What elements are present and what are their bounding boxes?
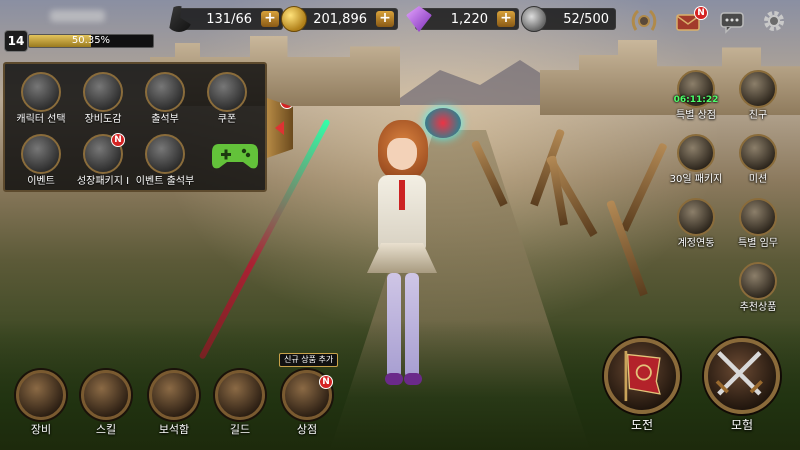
add-gems-button[interactable]: + — [497, 11, 515, 27]
menu-item-coupon[interactable]: 쿠폰 — [197, 72, 257, 127]
gem-box-label: 보석함 — [158, 423, 190, 436]
friends-button[interactable]: 친구 — [726, 70, 790, 123]
collapse-arrow-icon — [275, 121, 284, 135]
challenge-label: 도전 — [630, 418, 654, 432]
special-mission-label: 특별 임무 — [738, 238, 778, 249]
player-name-blurred — [50, 10, 105, 22]
shop-button[interactable]: N 상점 — [278, 370, 336, 438]
skill-label: 스킬 — [95, 423, 117, 436]
menu-item-event-attendance[interactable]: 이벤트 출석부 — [135, 134, 195, 189]
friends-label: 친구 — [748, 110, 768, 121]
laurel-icon — [631, 9, 657, 31]
skill-button[interactable]: 스킬 — [77, 370, 135, 438]
guild-label: 길드 — [229, 423, 251, 436]
gear-icon — [764, 11, 784, 31]
guild-shield-icon — [215, 370, 265, 420]
shop-new-badge: N — [319, 375, 333, 389]
exp-bar: 50.35% — [28, 34, 154, 48]
banner-flag-icon — [604, 338, 680, 414]
challenge-button[interactable]: 도전 — [597, 338, 687, 433]
gem-box-button[interactable]: 보석함 — [145, 370, 203, 438]
book-icon — [83, 72, 123, 112]
menu-item-label: 출석부 — [151, 114, 179, 125]
event-icon — [145, 134, 185, 174]
package-icon — [677, 134, 715, 172]
mission-label: 미션 — [748, 174, 768, 185]
gem-value: 1,220 — [450, 12, 488, 27]
gem-box-icon — [149, 370, 199, 420]
recommended-products-button[interactable]: 추천상품 — [726, 262, 790, 315]
quick-menu-panel: 캐릭터 선택 장비도감 출석부 쿠폰 이벤트 N 성장패키지 I 이벤트 출석부 — [3, 62, 267, 192]
armor-icon — [16, 370, 66, 420]
account-link-label: 계정연동 — [677, 238, 715, 249]
gold-value: 201,896 — [313, 12, 367, 27]
menu-item-attendance[interactable]: 출석부 — [135, 72, 195, 127]
best-badge-icon — [739, 262, 777, 300]
capacity-value: 52/500 — [563, 12, 609, 27]
gem-counter: 1,220 + — [406, 6, 519, 32]
special-shop-timer: 06:11:22 — [673, 95, 719, 105]
menu-item-label: 캐릭터 선택 — [16, 114, 66, 125]
shop-label: 상점 — [296, 423, 318, 436]
spellbook-icon — [81, 370, 131, 420]
gem-icon — [406, 6, 432, 32]
calendar-icon — [145, 72, 185, 112]
mail-button[interactable]: N — [672, 6, 708, 36]
stamina-counter: 131/66 + — [168, 6, 283, 32]
settings-button[interactable] — [758, 6, 790, 36]
menu-item-growth-package[interactable]: N 성장패키지 I — [73, 133, 133, 189]
guild-button[interactable]: 길드 — [211, 370, 269, 438]
quill-icon — [739, 198, 777, 236]
30day-package-button[interactable]: 30일 패키지 — [664, 134, 728, 187]
stamina-value: 131/66 — [206, 12, 252, 27]
menu-item-game-service[interactable] — [211, 138, 259, 172]
special-shop-label: 특별 상점 — [676, 110, 716, 121]
collapse-menu-tab[interactable]: N — [267, 98, 293, 158]
menu-item-character-select[interactable]: 캐릭터 선택 — [11, 72, 71, 127]
chat-button[interactable] — [716, 6, 748, 36]
package-icon: N — [83, 133, 125, 174]
30day-package-label: 30일 패키지 — [669, 174, 723, 185]
exp-percent: 50.35% — [71, 35, 111, 46]
adventure-button[interactable]: 모험 — [697, 338, 787, 433]
player-character[interactable] — [345, 105, 455, 395]
menu-item-event[interactable]: 이벤트 — [11, 134, 71, 189]
scroll-icon — [739, 134, 777, 172]
capacity-icon — [521, 6, 547, 32]
recommended-products-label: 추천상품 — [739, 302, 777, 313]
coupon-icon — [207, 72, 247, 112]
link-icon — [677, 198, 715, 236]
guild-emblem-button[interactable] — [628, 6, 660, 36]
treasure-chest-icon: N — [282, 370, 333, 420]
menu-item-label: 이벤트 출석부 — [135, 176, 195, 187]
menu-item-equipment-codex[interactable]: 장비도감 — [73, 72, 133, 127]
helmet-icon — [21, 72, 61, 112]
horn-icon — [21, 134, 61, 174]
mission-button[interactable]: 미션 — [726, 134, 790, 187]
boot-icon — [168, 6, 191, 32]
gold-coin-icon — [281, 6, 307, 32]
growth-package-new-badge: N — [111, 133, 125, 147]
add-stamina-button[interactable]: + — [261, 11, 279, 27]
gamepad-icon — [212, 144, 258, 169]
add-gold-button[interactable]: + — [376, 11, 394, 27]
shop-new-products-tag: 신규 상품 추가 — [279, 353, 339, 367]
mail-new-badge: N — [694, 6, 708, 20]
capacity-counter: 52/500 — [521, 6, 616, 32]
special-mission-button[interactable]: 특별 임무 — [726, 198, 790, 251]
friends-icon — [739, 70, 777, 108]
gold-counter: 201,896 + — [281, 6, 398, 32]
account-link-button[interactable]: 계정연동 — [664, 198, 728, 251]
special-shop-button[interactable]: 06:11:22 특별 상점 — [664, 70, 728, 123]
crossed-swords-icon — [704, 338, 780, 414]
equipment-label: 장비 — [30, 423, 52, 436]
adventure-label: 모험 — [730, 418, 754, 432]
equipment-button[interactable]: 장비 — [12, 370, 70, 438]
menu-item-label: 쿠폰 — [217, 114, 237, 125]
menu-item-label: 성장패키지 I — [76, 176, 130, 187]
menu-item-label: 이벤트 — [27, 176, 55, 187]
menu-item-label: 장비도감 — [84, 114, 122, 125]
player-level: 14 — [4, 30, 28, 52]
chat-icon — [720, 12, 744, 34]
